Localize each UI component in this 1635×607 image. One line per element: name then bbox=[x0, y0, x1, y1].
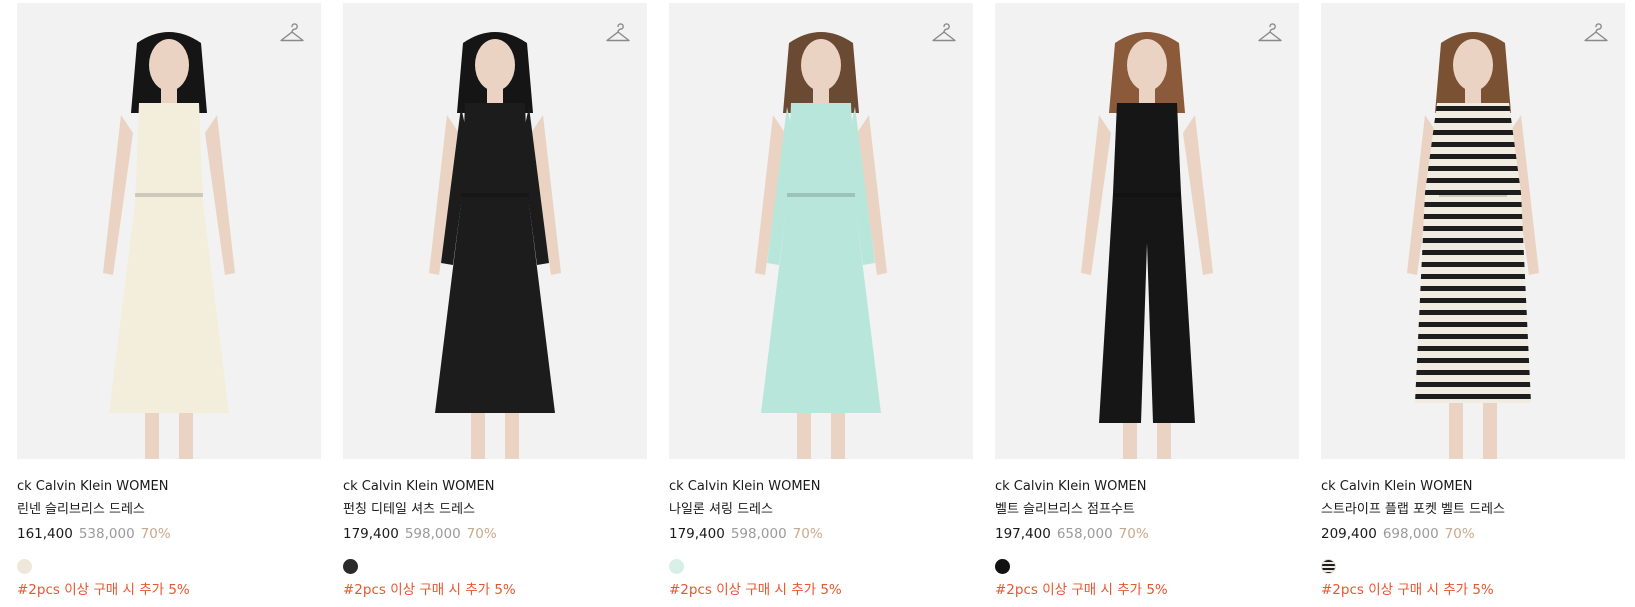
promo-text: #2pcs 이상 구매 시 추가 5% bbox=[995, 582, 1168, 598]
product-card[interactable]: ck Calvin Klein WOMEN 나일론 셔링 드레스 179,400… bbox=[669, 3, 973, 600]
original-price: 538,000 bbox=[78, 526, 135, 542]
original-price: 598,000 bbox=[730, 526, 787, 542]
product-card[interactable]: ck Calvin Klein WOMEN 펀칭 디테일 셔츠 드레스 179,… bbox=[343, 3, 647, 600]
sale-price: 197,400 bbox=[995, 526, 1051, 542]
product-name[interactable]: 벨트 슬리브리스 점프수트 bbox=[995, 501, 1299, 519]
product-image[interactable] bbox=[669, 3, 973, 459]
promo-text: #2pcs 이상 구매 시 추가 5% bbox=[17, 582, 190, 598]
hanger-icon[interactable] bbox=[931, 21, 957, 45]
product-image[interactable] bbox=[995, 3, 1299, 459]
brand-name: ck Calvin Klein WOMEN bbox=[343, 479, 495, 494]
sale-price: 161,400 bbox=[17, 526, 73, 542]
discount-rate: 70% bbox=[466, 526, 497, 542]
discount-rate: 70% bbox=[140, 526, 171, 542]
brand-name: ck Calvin Klein WOMEN bbox=[669, 479, 821, 494]
color-swatch[interactable] bbox=[343, 559, 358, 574]
sale-price: 209,400 bbox=[1321, 526, 1377, 542]
price-row: 161,400 538,000 70% bbox=[17, 525, 321, 544]
hanger-icon[interactable] bbox=[1257, 21, 1283, 45]
model-photo bbox=[669, 3, 973, 459]
product-image[interactable] bbox=[17, 3, 321, 459]
product-image[interactable] bbox=[343, 3, 647, 459]
hanger-icon[interactable] bbox=[1583, 21, 1609, 45]
model-photo bbox=[343, 3, 647, 459]
promo-text: #2pcs 이상 구매 시 추가 5% bbox=[343, 582, 516, 598]
promo-text: #2pcs 이상 구매 시 추가 5% bbox=[1321, 582, 1494, 598]
sale-price: 179,400 bbox=[343, 526, 399, 542]
model-photo bbox=[1321, 3, 1625, 459]
product-name[interactable]: 펀칭 디테일 셔츠 드레스 bbox=[343, 501, 647, 519]
price-row: 179,400 598,000 70% bbox=[343, 525, 647, 544]
product-image[interactable] bbox=[1321, 3, 1625, 459]
discount-rate: 70% bbox=[792, 526, 823, 542]
discount-rate: 70% bbox=[1444, 526, 1475, 542]
color-swatch[interactable] bbox=[1321, 559, 1336, 574]
original-price: 658,000 bbox=[1056, 526, 1113, 542]
price-row: 209,400 698,000 70% bbox=[1321, 525, 1625, 544]
discount-rate: 70% bbox=[1118, 526, 1149, 542]
color-swatch[interactable] bbox=[995, 559, 1010, 574]
color-swatch[interactable] bbox=[17, 559, 32, 574]
product-card[interactable]: ck Calvin Klein WOMEN 벨트 슬리브리스 점프수트 197,… bbox=[995, 3, 1299, 600]
original-price: 598,000 bbox=[404, 526, 461, 542]
brand-name: ck Calvin Klein WOMEN bbox=[1321, 479, 1473, 494]
model-photo bbox=[995, 3, 1299, 459]
brand-name: ck Calvin Klein WOMEN bbox=[995, 479, 1147, 494]
color-swatch[interactable] bbox=[669, 559, 684, 574]
model-photo bbox=[17, 3, 321, 459]
product-card[interactable]: ck Calvin Klein WOMEN 린넨 슬리브리스 드레스 161,4… bbox=[17, 3, 321, 600]
original-price: 698,000 bbox=[1382, 526, 1439, 542]
price-row: 179,400 598,000 70% bbox=[669, 525, 973, 544]
hanger-icon[interactable] bbox=[279, 21, 305, 45]
brand-name: ck Calvin Klein WOMEN bbox=[17, 479, 169, 494]
product-name[interactable]: 나일론 셔링 드레스 bbox=[669, 501, 973, 519]
sale-price: 179,400 bbox=[669, 526, 725, 542]
price-row: 197,400 658,000 70% bbox=[995, 525, 1299, 544]
promo-text: #2pcs 이상 구매 시 추가 5% bbox=[669, 582, 842, 598]
product-name[interactable]: 린넨 슬리브리스 드레스 bbox=[17, 501, 321, 519]
product-card[interactable]: ck Calvin Klein WOMEN 스트라이프 플랩 포켓 벨트 드레스… bbox=[1321, 3, 1625, 600]
product-grid: ck Calvin Klein WOMEN 린넨 슬리브리스 드레스 161,4… bbox=[17, 3, 1625, 600]
product-name[interactable]: 스트라이프 플랩 포켓 벨트 드레스 bbox=[1321, 501, 1625, 519]
hanger-icon[interactable] bbox=[605, 21, 631, 45]
